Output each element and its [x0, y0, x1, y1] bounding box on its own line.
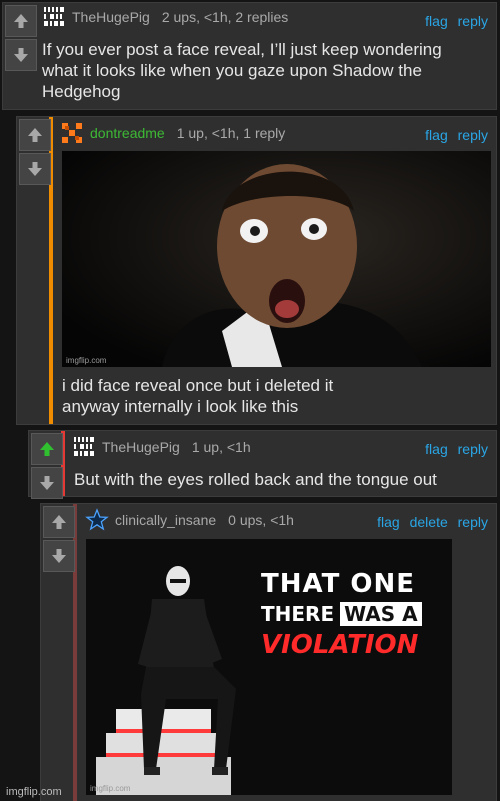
shocked-face-image	[62, 151, 491, 367]
vote-column	[3, 5, 39, 73]
arrow-down-icon	[52, 549, 66, 563]
text-line: Hedgehog	[42, 82, 121, 101]
arrow-up-icon	[40, 442, 54, 456]
comment-text: But with the eyes rolled back and the to…	[74, 469, 437, 490]
upvote-button[interactable]	[31, 433, 63, 465]
meme-caption: THAT ONE THERE WAS A VIOLATION	[261, 569, 436, 661]
comment-image[interactable]: THAT ONE THERE WAS A VIOLATION imgflip.c…	[86, 539, 452, 795]
comment-image[interactable]: imgflip.com	[62, 151, 491, 367]
comment-actions: flag reply	[419, 13, 488, 29]
text-line: If you ever post a face reveal, I’ll jus…	[42, 40, 442, 59]
text-line: what it looks like when you gaze upon Sh…	[42, 61, 422, 80]
meme-text-line: WAS A	[340, 602, 422, 626]
text-line: anyway internally i look like this	[62, 397, 299, 416]
text-line: i did face reveal once but i deleted it	[62, 376, 334, 395]
star-avatar-icon[interactable]	[85, 508, 109, 532]
flag-link[interactable]: flag	[425, 13, 448, 29]
binary-avatar-icon[interactable]	[42, 5, 66, 29]
username[interactable]: clinically_insane	[115, 512, 216, 528]
downvote-button[interactable]	[43, 540, 75, 572]
footer-watermark: imgflip.com	[6, 786, 62, 798]
arrow-down-icon	[40, 476, 54, 490]
flag-link[interactable]: flag	[377, 514, 400, 530]
reply-link[interactable]: reply	[458, 127, 488, 143]
downvote-button[interactable]	[5, 39, 37, 71]
comment-header: clinically_insane 0 ups, <1h	[85, 508, 294, 532]
downvote-button[interactable]	[31, 467, 63, 499]
pixel-x-avatar-icon[interactable]	[60, 121, 84, 145]
comment-meta: 0 ups, <1h	[228, 512, 294, 528]
comment-header: TheHugePig 2 ups, <1h, 2 replies	[42, 5, 289, 29]
comment-3: TheHugePig 1 up, <1h flag reply But with…	[28, 430, 497, 499]
comment-4: clinically_insane 0 ups, <1h flag delete…	[40, 503, 497, 801]
username[interactable]: TheHugePig	[72, 9, 150, 25]
flag-link[interactable]: flag	[425, 127, 448, 143]
comment-actions: flag reply	[419, 127, 488, 143]
upvote-button[interactable]	[19, 119, 51, 151]
comment-header: TheHugePig 1 up, <1h	[72, 435, 251, 459]
comment-meta: 1 up, <1h, 1 reply	[176, 125, 286, 141]
comment-meta: 2 ups, <1h, 2 replies	[161, 9, 289, 25]
comment-2: dontreadme 1 up, <1h, 1 reply flag reply…	[16, 116, 497, 425]
flag-link[interactable]: flag	[425, 441, 448, 457]
meme-text-line: VIOLATION	[261, 630, 419, 660]
comment-text: If you ever post a face reveal, I’ll jus…	[42, 39, 442, 102]
reply-link[interactable]: reply	[458, 13, 488, 29]
comment-actions: flag reply	[419, 441, 488, 457]
arrow-up-icon	[28, 128, 42, 142]
reply-link[interactable]: reply	[458, 441, 488, 457]
username[interactable]: dontreadme	[90, 125, 165, 141]
upvote-button[interactable]	[5, 5, 37, 37]
meme-text-line: THERE	[261, 602, 335, 626]
arrow-up-icon	[14, 14, 28, 28]
reply-link[interactable]: reply	[458, 514, 488, 530]
binary-avatar-icon[interactable]	[72, 435, 96, 459]
comment-actions: flag delete reply	[371, 514, 488, 530]
vote-column	[17, 119, 53, 187]
comment-meta: 1 up, <1h	[191, 439, 251, 455]
text-line: But with the eyes rolled back and the to…	[74, 470, 437, 489]
upvote-button[interactable]	[43, 506, 75, 538]
downvote-button[interactable]	[19, 153, 51, 185]
image-watermark: imgflip.com	[90, 784, 131, 793]
meme-text-line: THAT ONE	[261, 569, 416, 599]
image-watermark: imgflip.com	[66, 356, 107, 365]
username[interactable]: TheHugePig	[102, 439, 180, 455]
vote-column	[41, 506, 77, 574]
arrow-up-icon	[52, 515, 66, 529]
vote-column	[29, 433, 65, 501]
delete-link[interactable]: delete	[410, 514, 448, 530]
arrow-down-icon	[28, 162, 42, 176]
comment-1: TheHugePig 2 ups, <1h, 2 replies flag re…	[2, 2, 497, 110]
comment-text: i did face reveal once but i deleted it …	[62, 375, 333, 417]
arrow-down-icon	[14, 48, 28, 62]
comment-header: dontreadme 1 up, <1h, 1 reply	[60, 121, 286, 145]
